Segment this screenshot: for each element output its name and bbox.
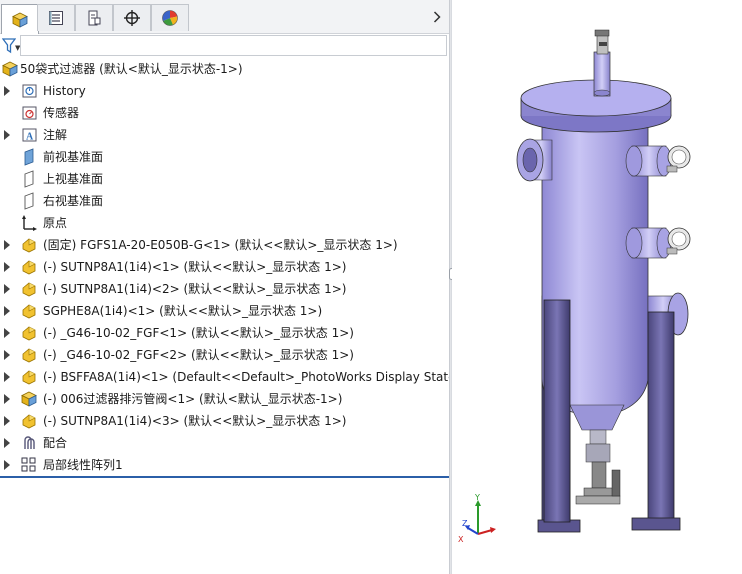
configuration-icon (88, 10, 101, 26)
sensor-icon (22, 106, 37, 120)
subassembly-icon (21, 391, 37, 407)
expand-arrow-icon[interactable] (4, 328, 10, 338)
tree-item-label: 前视基准面 (43, 150, 104, 164)
origin-icon (22, 215, 37, 231)
tree-item-label: 上视基准面 (43, 172, 104, 186)
tree-item-annotations[interactable]: A 注解 (0, 124, 449, 146)
history-icon (22, 84, 37, 98)
expand-arrow-icon[interactable] (4, 284, 10, 294)
part-icon (22, 238, 36, 253)
linear-pattern-icon (21, 457, 36, 472)
expand-arrow-icon[interactable] (4, 86, 10, 96)
expand-arrow-icon[interactable] (4, 306, 10, 316)
expand-arrow-icon[interactable] (4, 416, 10, 426)
feature-manager-pane: ▼ 50袋式过滤器 (默认<默认_显示状态-1>) History 传感器 A … (0, 0, 470, 574)
part-icon (22, 348, 36, 363)
reference-triad: Y Z X (458, 494, 496, 544)
tree-item-label: 局部线性阵列1 (43, 458, 123, 472)
part-icon (22, 260, 36, 275)
tree-item-label: (-) SUTNP8A1(1i4)<2> (默认<<默认>_显示状态 1>) (43, 282, 347, 296)
tree-item-component[interactable]: (-) SUTNP8A1(1i4)<2> (默认<<默认>_显示状态 1>) (0, 278, 449, 300)
expand-arrow-icon[interactable] (4, 372, 10, 382)
assembly-tree-icon (12, 12, 28, 28)
crosshair-icon (124, 10, 140, 26)
tree-item-linear-pattern[interactable]: 局部线性阵列1 (0, 454, 449, 476)
tree-item-label: 配合 (43, 436, 68, 450)
expand-arrow-icon[interactable] (4, 240, 10, 250)
tree-item-label: (-) _G46-10-02_FGF<1> (默认<<默认>_显示状态 1>) (43, 326, 354, 340)
tree-item-component[interactable]: SGPHE8A(1i4)<1> (默认<<默认>_显示状态 1>) (0, 300, 449, 322)
tree-item-component[interactable]: (-) _G46-10-02_FGF<1> (默认<<默认>_显示状态 1>) (0, 322, 449, 344)
filter-vessel-model[interactable] (452, 0, 742, 574)
expand-arrow-icon[interactable] (4, 438, 10, 448)
part-icon (22, 414, 36, 429)
tree-item-label: 注解 (43, 128, 68, 142)
tree-item-label: 右视基准面 (43, 194, 104, 208)
filter-icon[interactable] (2, 38, 16, 54)
tree-item-label: 原点 (43, 216, 68, 230)
tree-item-label: (-) 006过滤器排污管阀<1> (默认<默认_显示状态-1>) (43, 392, 343, 406)
configuration-manager-tab[interactable] (75, 4, 113, 31)
annotation-icon: A (22, 128, 37, 143)
tree-item-component[interactable]: (固定) FGFS1A-20-E050B-G<1> (默认<<默认>_显示状态 … (0, 234, 449, 256)
tree-item-right-plane[interactable]: 右视基准面 (0, 190, 449, 212)
tree-item-front-plane[interactable]: 前视基准面 (0, 146, 449, 168)
color-wheel-icon (162, 10, 178, 26)
tree-item-subassembly[interactable]: (-) 006过滤器排污管阀<1> (默认<默认_显示状态-1>) (0, 388, 449, 410)
part-icon (22, 326, 36, 341)
tree-item-label: SGPHE8A(1i4)<1> (默认<<默认>_显示状态 1>) (43, 304, 323, 318)
expand-arrow-icon[interactable] (4, 350, 10, 360)
expand-arrow-icon[interactable] (4, 130, 10, 140)
tree-item-label: (固定) FGFS1A-20-E050B-G<1> (默认<<默认>_显示状态 … (43, 238, 398, 252)
tree-root-label: 50袋式过滤器 (默认<默认_显示状态-1>) (20, 62, 243, 76)
plane-icon (24, 148, 34, 166)
tree-item-label: (-) _G46-10-02_FGF<2> (默认<<默认>_显示状态 1>) (43, 348, 354, 362)
tree-item-history[interactable]: History (0, 80, 449, 102)
tree-item-label: History (43, 84, 86, 98)
triad-y-label: Y (474, 494, 480, 502)
tree-item-label: (-) SUTNP8A1(1i4)<1> (默认<<默认>_显示状态 1>) (43, 260, 347, 274)
dimxpert-manager-tab[interactable] (113, 4, 151, 31)
expand-arrow-icon[interactable] (4, 460, 10, 470)
manager-tab-bar (0, 0, 449, 34)
triad-z-label: Z (462, 519, 468, 528)
tree-item-top-plane[interactable]: 上视基准面 (0, 168, 449, 190)
property-manager-tab[interactable] (37, 4, 75, 31)
tree-item-component[interactable]: (-) BSFFA8A(1i4)<1> (Default<<Default>_P… (0, 366, 470, 388)
tree-item-sensors[interactable]: 传感器 (0, 102, 449, 124)
filter-input[interactable] (20, 35, 447, 56)
tree-item-origin[interactable]: 原点 (0, 212, 449, 234)
tree-item-component[interactable]: (-) _G46-10-02_FGF<2> (默认<<默认>_显示状态 1>) (0, 344, 449, 366)
tree-item-label: (-) SUTNP8A1(1i4)<3> (默认<<默认>_显示状态 1>) (43, 414, 347, 428)
chevron-right-icon[interactable] (431, 9, 443, 25)
tree-item-mates[interactable]: 配合 (0, 432, 449, 454)
mates-icon (24, 436, 35, 449)
tree-root-assembly[interactable]: 50袋式过滤器 (默认<默认_显示状态-1>) (0, 58, 449, 80)
plane-icon (24, 192, 34, 210)
svg-text:A: A (26, 132, 34, 143)
graphics-viewport[interactable]: Y Z X (452, 0, 742, 574)
property-list-icon (49, 11, 63, 25)
feature-manager-tab[interactable] (1, 4, 39, 34)
expand-arrow-icon[interactable] (4, 262, 10, 272)
tree-bottom-border (0, 476, 449, 478)
assembly-icon (2, 61, 18, 77)
tree-item-component[interactable]: (-) SUTNP8A1(1i4)<1> (默认<<默认>_显示状态 1>) (0, 256, 449, 278)
tree-item-label: (-) BSFFA8A(1i4)<1> (Default<<Default>_P… (43, 370, 471, 384)
part-icon (22, 304, 36, 319)
display-manager-tab[interactable] (151, 4, 189, 31)
tree-item-label: 传感器 (43, 106, 80, 120)
expand-arrow-icon[interactable] (4, 394, 10, 404)
part-icon (22, 370, 36, 385)
tree-item-component[interactable]: (-) SUTNP8A1(1i4)<3> (默认<<默认>_显示状态 1>) (0, 410, 449, 432)
triad-x-label: X (458, 535, 464, 544)
plane-icon (24, 170, 34, 188)
part-icon (22, 282, 36, 297)
